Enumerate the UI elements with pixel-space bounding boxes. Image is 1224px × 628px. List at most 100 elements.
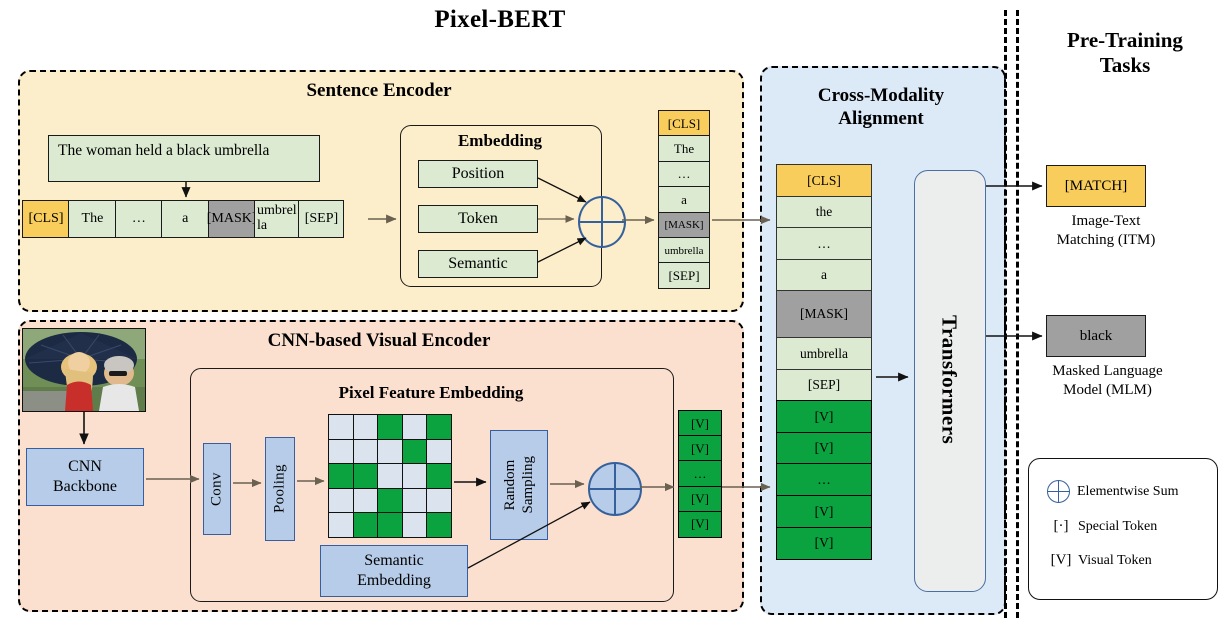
- semantic-embedding-line1: Semantic: [364, 552, 424, 569]
- cnn-backbone-line1: CNN: [68, 458, 102, 475]
- cm-token-1-special: [CLS]: [776, 164, 872, 197]
- text-embedding-token-column: [CLS] The … a [MASK] umbrella [SEP]: [658, 110, 710, 290]
- cm-token-6-word: umbrella: [776, 337, 872, 371]
- page-title: Pixel-BERT: [434, 6, 566, 33]
- token-ellipsis: …: [114, 200, 163, 238]
- cm-token-8-visual: [V]: [776, 400, 872, 434]
- vertical-divider-1: [1004, 10, 1007, 618]
- cnn-backbone-line2: Backbone: [53, 478, 117, 495]
- token-cls: [CLS]: [22, 200, 70, 238]
- token-a: a: [161, 200, 210, 238]
- feature-cell-4-4: [401, 487, 428, 514]
- itm-caption-line1: Image-Text: [1071, 213, 1141, 229]
- cm-token-9-visual: [V]: [776, 431, 872, 465]
- cm-token-12-visual: [V]: [776, 526, 872, 560]
- mlm-caption: Masked Language Model (MLM): [1010, 362, 1205, 400]
- out-token-cls: [CLS]: [658, 110, 710, 137]
- legend-item-visual: [V] Visual Token: [1044, 552, 1152, 569]
- feature-cell-1-5: [426, 414, 452, 440]
- conv-box: Conv: [203, 443, 231, 535]
- feature-cell-5-4: [401, 512, 428, 538]
- elementwise-sum-icon-visual: [588, 462, 642, 516]
- cm-token-10-visual: …: [776, 463, 872, 497]
- embedding-position-box: Position: [418, 160, 538, 188]
- feature-cell-2-2: [352, 438, 379, 465]
- visual-token-3: [V]: [678, 485, 722, 513]
- mlm-prediction-box: black: [1046, 315, 1146, 357]
- feature-cell-4-2: [352, 487, 379, 514]
- feature-cell-2-4: [401, 438, 428, 465]
- feature-map-grid: [328, 414, 452, 538]
- feature-cell-3-1: [328, 463, 354, 489]
- pretraining-tasks-line1: Pre-Training: [1067, 28, 1183, 52]
- embedding-title: Embedding: [457, 131, 543, 150]
- cross-modality-title-line1: Cross-Modality: [817, 85, 945, 106]
- visual-token-ellipsis: …: [678, 460, 722, 488]
- feature-cell-3-4: [401, 463, 428, 489]
- elementwise-sum-icon-text: [578, 196, 626, 248]
- out-token-mask: [MASK]: [658, 211, 710, 239]
- match-token-box: [MATCH]: [1046, 165, 1146, 207]
- out-token-umbrella: umbrella: [658, 237, 710, 265]
- itm-caption: Image-Text Matching (ITM): [1016, 212, 1196, 250]
- token-mask: [MASK]: [207, 200, 257, 238]
- semantic-embedding-line2: Embedding: [357, 572, 431, 589]
- out-token-a: a: [658, 186, 710, 214]
- cross-modality-title: Cross-Modality Alignment: [768, 85, 994, 131]
- feature-cell-1-1: [328, 414, 354, 440]
- cross-modality-sequence-column: [CLS] the… a [MASK] umbrella [SEP] [V] [V]… [V][…: [776, 164, 872, 560]
- feature-cell-5-5: [426, 512, 452, 538]
- legend-item-special: [·] Special Token: [1044, 518, 1158, 535]
- feature-cell-2-3: [377, 438, 403, 465]
- input-token-row: [CLS] The … a [MASK] umbrella [SEP]: [22, 200, 345, 238]
- cm-token-11-visual: [V]: [776, 495, 872, 529]
- cm-token-2-word: the: [776, 195, 872, 229]
- random-sampling-line2: Sampling: [520, 456, 536, 514]
- visual-token-icon: [V]: [1050, 552, 1072, 568]
- feature-cell-5-1: [328, 512, 354, 538]
- out-token-the: The: [658, 135, 710, 163]
- feature-cell-2-5: [426, 438, 452, 465]
- cm-token-4-word: a: [776, 258, 872, 292]
- feature-cell-2-1: [328, 438, 354, 465]
- cm-token-7-word: [SEP]: [776, 368, 872, 402]
- visual-token-column: [V] [V] … [V] [V]: [678, 410, 722, 538]
- feature-cell-1-2: [352, 414, 379, 440]
- feature-cell-1-4: [401, 414, 428, 440]
- legend-label-special: Special Token: [1078, 518, 1158, 534]
- elementwise-sum-icon: [1047, 480, 1070, 503]
- out-token-sep: [SEP]: [658, 262, 710, 290]
- transformers-label: Transformers: [937, 315, 962, 445]
- pooling-box: Pooling: [265, 437, 295, 541]
- feature-cell-5-2: [352, 512, 379, 538]
- token-sep: [SEP]: [298, 200, 345, 238]
- transformers-label-wrap: Transformers: [914, 170, 984, 590]
- token-umbrella: umbrella: [254, 200, 301, 238]
- sentence-encoder-panel: [18, 70, 744, 312]
- caption-text-box: The woman held a black umbrella: [48, 135, 320, 182]
- pixel-feature-embedding-title: Pixel Feature Embedding: [338, 383, 524, 402]
- feature-cell-5-3: [377, 512, 403, 538]
- cross-modality-title-line2: Alignment: [838, 107, 924, 129]
- sentence-encoder-title: Sentence Encoder: [306, 80, 452, 101]
- cm-token-5-mask: [MASK]: [776, 290, 872, 339]
- vertical-divider-2: [1016, 10, 1019, 618]
- legend-item-sum: Elementwise Sum: [1044, 480, 1179, 503]
- feature-cell-4-3: [377, 487, 403, 514]
- itm-caption-line2: Matching (ITM): [1056, 231, 1156, 248]
- cm-token-3-word: …: [776, 227, 872, 261]
- out-token-ellipsis: …: [658, 160, 710, 188]
- mlm-caption-line1: Masked Language: [1052, 363, 1163, 379]
- feature-cell-3-2: [352, 463, 379, 489]
- pretraining-tasks-title: Pre-Training Tasks: [1030, 28, 1220, 78]
- embedding-token-box: Token: [418, 205, 538, 233]
- input-image-photo: [22, 328, 146, 412]
- pretraining-tasks-line2: Tasks: [1099, 52, 1151, 77]
- token-the: The: [68, 200, 117, 238]
- feature-cell-3-5: [426, 463, 452, 489]
- random-sampling-line1: Random: [502, 459, 518, 511]
- semantic-embedding-box: Semantic Embedding: [320, 545, 468, 597]
- random-sampling-label: Random Sampling: [501, 456, 537, 514]
- legend-label-sum: Elementwise Sum: [1077, 483, 1179, 499]
- visual-token-1: [V]: [678, 410, 722, 437]
